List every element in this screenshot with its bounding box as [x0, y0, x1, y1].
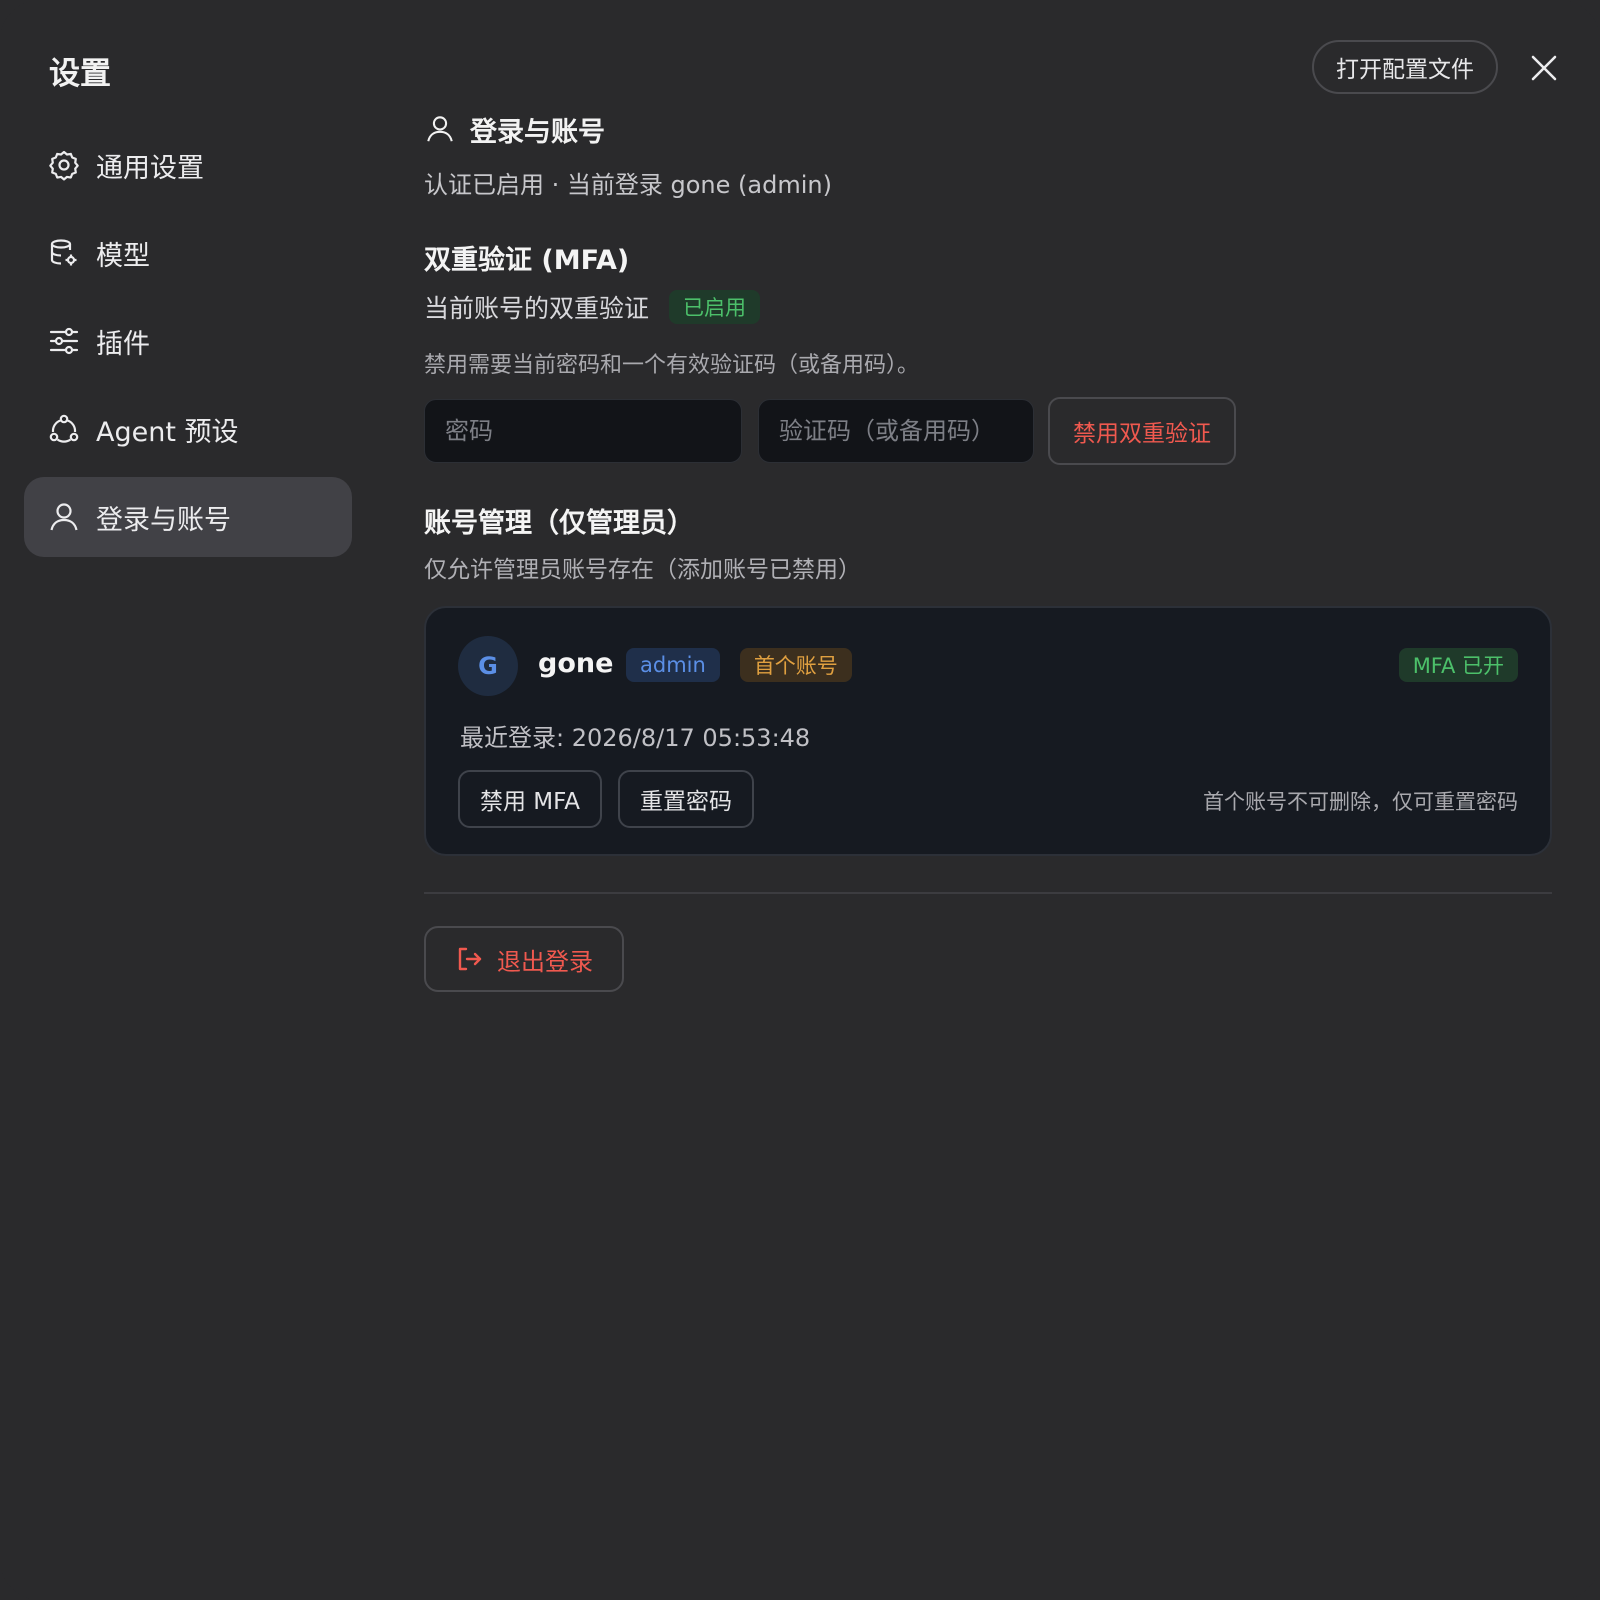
- open-config-file-button[interactable]: 打开配置文件: [1312, 40, 1498, 94]
- sidebar-item-label: Agent 预设: [96, 416, 239, 448]
- first-account-badge: 首个账号: [739, 648, 852, 682]
- mfa-disable-form: 禁用双重验证: [424, 397, 1552, 465]
- password-input[interactable]: [424, 399, 742, 463]
- user-icon: [424, 113, 456, 145]
- account-management-title: 账号管理（仅管理员）: [424, 508, 694, 539]
- logout-icon: [455, 945, 483, 973]
- auth-status-text: 认证已启用 · 当前登录 gone (admin): [424, 171, 832, 199]
- user-icon: [48, 501, 80, 533]
- section-header: 登录与账号: [424, 105, 1552, 153]
- account-card: G gone admin 首个账号 MFA 已开 最近登录: 2026/8/17…: [424, 606, 1552, 856]
- mfa-on-badge: MFA 已开: [1398, 648, 1518, 682]
- account-management-subtitle: 仅允许管理员账号存在（添加账号已禁用）: [424, 557, 861, 583]
- settings-dialog: 设置 打开配置文件 通用设置 模型 插件 Agent 预设 登录与账号 登录与账…: [0, 0, 1600, 1600]
- sidebar-item-login-account[interactable]: 登录与账号: [24, 477, 352, 557]
- disable-mfa-button[interactable]: 禁用双重验证: [1048, 397, 1236, 465]
- sidebar-item-label: 通用设置: [96, 152, 204, 184]
- avatar: G: [458, 636, 518, 696]
- sidebar-item-models[interactable]: 模型: [24, 213, 352, 293]
- section-title: 登录与账号: [470, 116, 605, 148]
- sidebar-item-label: 登录与账号: [96, 504, 231, 536]
- mfa-enabled-badge: 已启用: [669, 290, 761, 324]
- mfa-title: 双重验证 (MFA): [424, 245, 630, 276]
- logout-label: 退出登录: [497, 947, 593, 976]
- verification-code-input[interactable]: [758, 399, 1034, 463]
- dialog-title: 设置: [49, 56, 111, 92]
- role-badge: admin: [626, 648, 720, 682]
- main-content: 登录与账号 认证已启用 · 当前登录 gone (admin) 双重验证 (MF…: [424, 105, 1552, 992]
- sidebar-item-plugins[interactable]: 插件: [24, 301, 352, 381]
- sliders-icon: [48, 325, 80, 357]
- last-login-text: 最近登录: 2026/8/17 05:53:48: [460, 724, 811, 752]
- sidebar-item-agent-presets[interactable]: Agent 预设: [24, 389, 352, 469]
- account-actions: 禁用 MFA 重置密码: [458, 770, 755, 828]
- divider: [424, 892, 1552, 894]
- sidebar-item-label: 模型: [96, 240, 150, 272]
- account-badges: admin 首个账号: [626, 648, 852, 682]
- agent-icon: [48, 413, 80, 445]
- sidebar-item-general[interactable]: 通用设置: [24, 125, 352, 205]
- reset-password-button[interactable]: 重置密码: [618, 770, 755, 828]
- mfa-disable-hint: 禁用需要当前密码和一个有效验证码（或备用码）。: [424, 353, 920, 378]
- close-button[interactable]: [1524, 48, 1564, 88]
- sidebar: 通用设置 模型 插件 Agent 预设 登录与账号: [24, 125, 352, 565]
- mfa-status-row: 当前账号的双重验证 已启用: [424, 289, 1552, 325]
- mfa-status-label: 当前账号的双重验证: [424, 294, 650, 323]
- sidebar-item-label: 插件: [96, 328, 150, 360]
- account-disable-mfa-button[interactable]: 禁用 MFA: [458, 770, 603, 828]
- account-name: gone: [538, 648, 614, 679]
- gear-icon: [48, 149, 80, 181]
- logout-button[interactable]: 退出登录: [424, 926, 624, 992]
- close-icon: [1531, 55, 1557, 81]
- first-account-note: 首个账号不可删除，仅可重置密码: [1203, 790, 1518, 814]
- database-gear-icon: [48, 237, 80, 269]
